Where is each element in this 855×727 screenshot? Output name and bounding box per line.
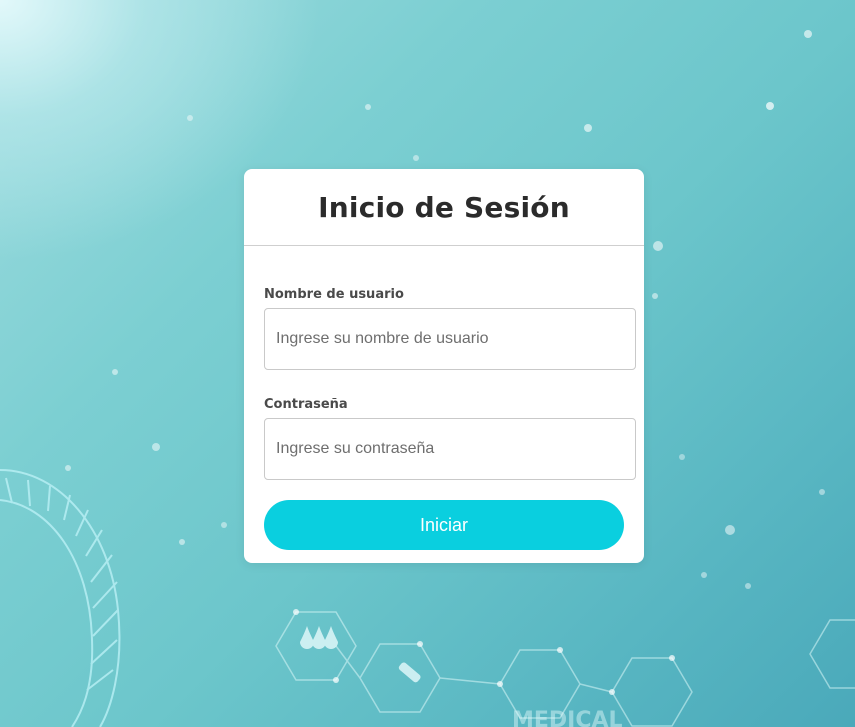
svg-text:MEDICAL: MEDICAL — [512, 708, 623, 727]
login-form: Nombre de usuario Contraseña Iniciar — [244, 246, 644, 550]
page-title: Inicio de Sesión — [318, 190, 570, 224]
login-card-header: Inicio de Sesión — [244, 169, 644, 246]
password-input[interactable] — [264, 418, 636, 480]
username-field-group: Nombre de usuario — [264, 287, 636, 370]
password-field-group: Contraseña — [264, 397, 636, 480]
login-submit-button[interactable]: Iniciar — [264, 500, 624, 550]
username-input[interactable] — [264, 308, 636, 370]
username-label: Nombre de usuario — [264, 287, 404, 302]
login-card: Inicio de Sesión Nombre de usuario Contr… — [244, 169, 644, 563]
password-label: Contraseña — [264, 397, 348, 412]
